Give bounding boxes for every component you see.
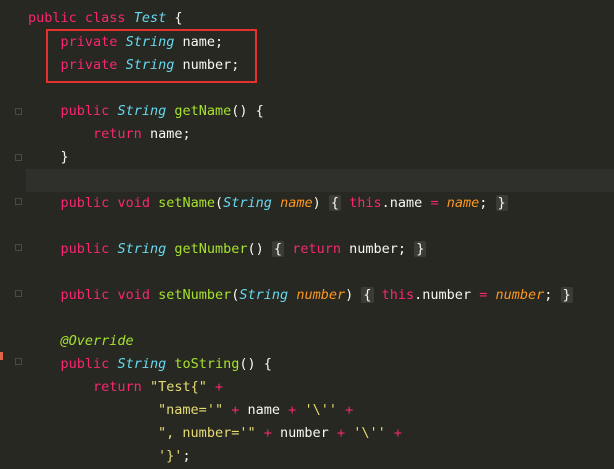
code-line-getnumber: public String getNumber() { return numbe…	[60, 241, 427, 257]
fold-marker[interactable]	[15, 358, 22, 365]
code-line-getname-decl: public String getName() {	[60, 103, 264, 119]
code-line-class-decl: public class Test {	[28, 10, 183, 26]
override-gutter-icon[interactable]	[0, 352, 3, 360]
code-line-tostring-name: "name='" + name + '\'' +	[158, 402, 354, 418]
current-line-highlight	[26, 169, 614, 192]
fold-marker[interactable]	[15, 108, 22, 115]
code-line-getname-close: }	[60, 149, 69, 165]
code-line-tostring-number: ", number='" + number + '\'' +	[158, 425, 403, 441]
fold-marker[interactable]	[15, 198, 22, 205]
fold-marker[interactable]	[15, 154, 22, 161]
code-line-tostring-decl: public String toString() {	[60, 356, 272, 372]
code-line-setnumber: public void setNumber(String number) { t…	[60, 287, 573, 303]
code-line-tostring-end: '}';	[158, 448, 191, 464]
code-line-tostring-return: return "Test{" +	[93, 379, 224, 395]
code-line-getname-body: return name;	[93, 126, 191, 142]
fold-marker[interactable]	[15, 290, 22, 297]
fold-marker[interactable]	[15, 244, 22, 251]
code-line-annotation: @Override	[60, 333, 134, 349]
highlight-annotation-box	[46, 29, 257, 83]
editor-gutter	[0, 0, 26, 469]
code-line-setname: public void setName(String name) { this.…	[60, 195, 508, 211]
